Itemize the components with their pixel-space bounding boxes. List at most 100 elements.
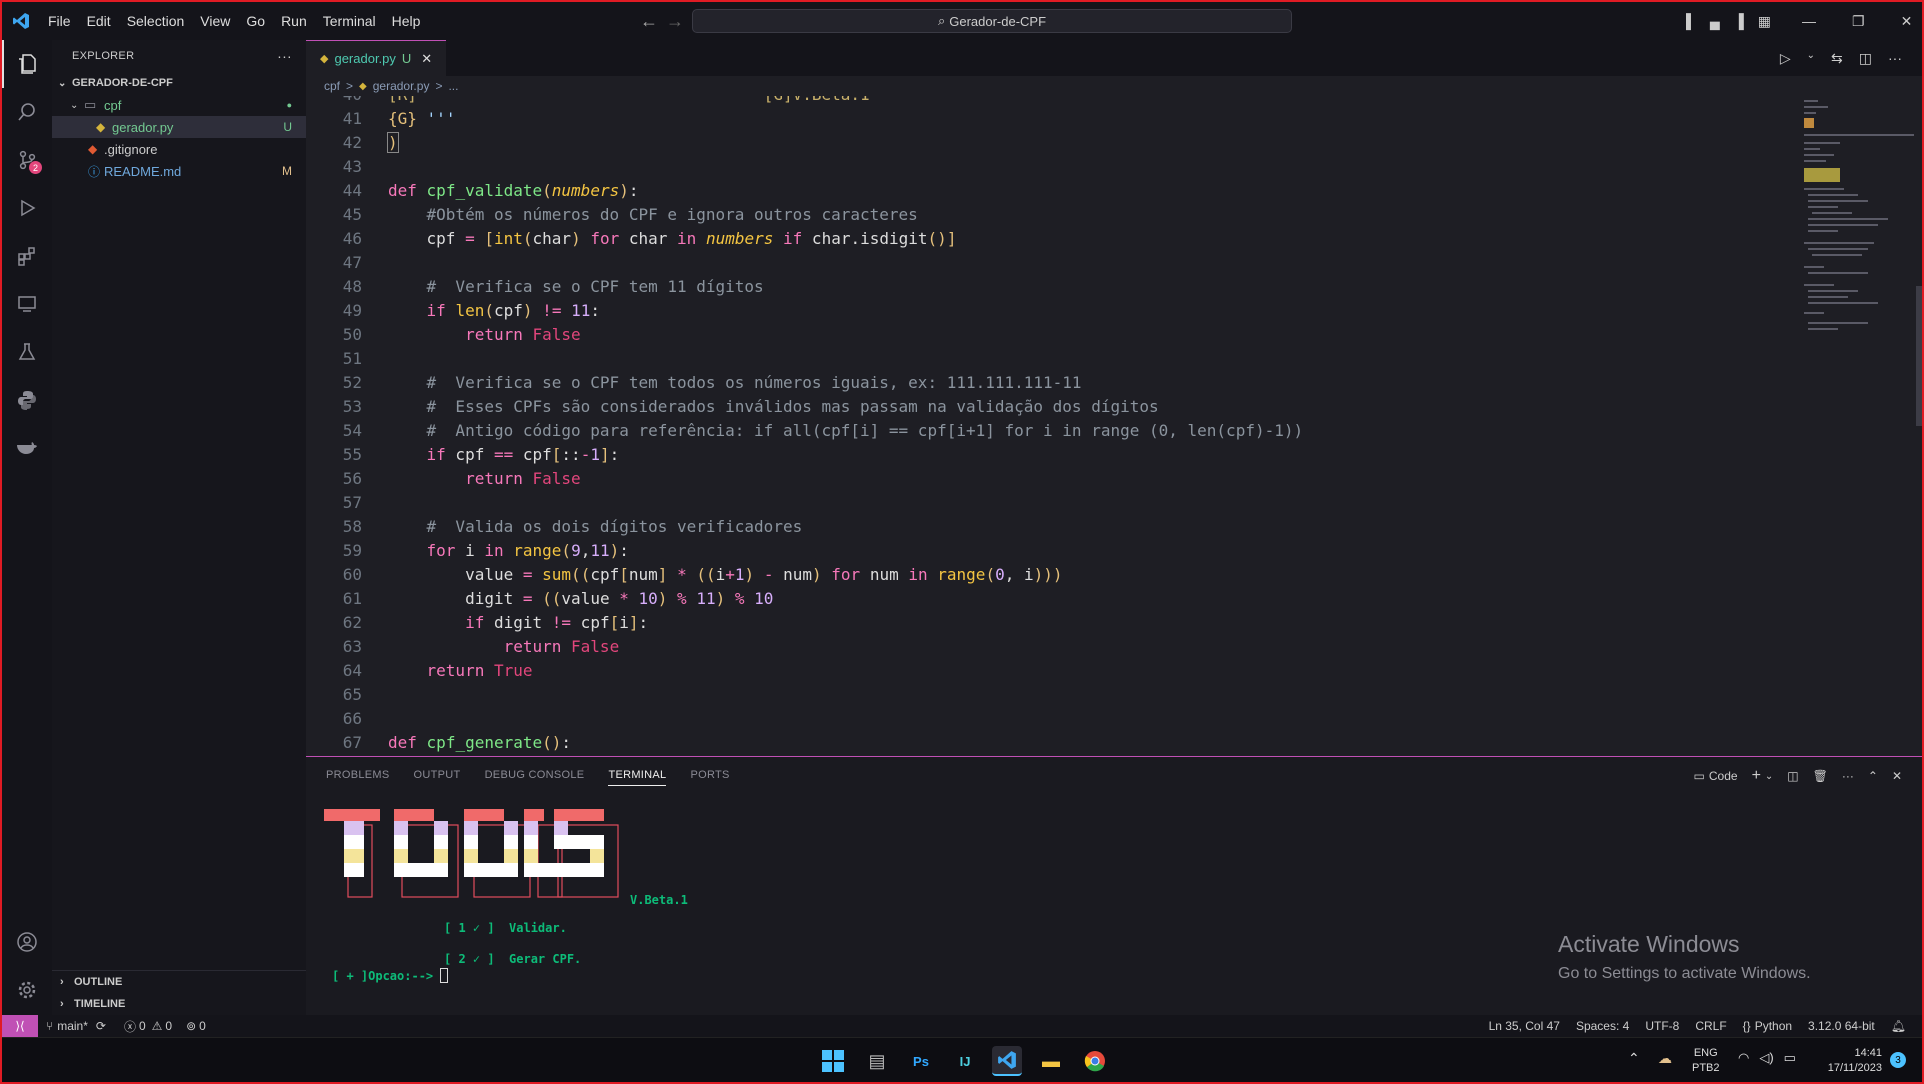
breadcrumb-folder[interactable]: cpf xyxy=(324,79,340,93)
testing-flask-icon[interactable] xyxy=(2,328,52,376)
explorer-icon[interactable] xyxy=(2,40,52,88)
run-file-icon[interactable]: ▷ xyxy=(1780,50,1791,67)
code-line[interactable]: 47 xyxy=(306,250,1802,274)
vscode-taskbar-icon[interactable] xyxy=(992,1046,1022,1076)
code-line[interactable]: 48 # Verifica se o CPF tem 11 dígitos xyxy=(306,274,1802,298)
remote-indicator-icon[interactable]: ⟩⟨ xyxy=(2,1015,38,1037)
code-line[interactable]: 58 # Valida os dois dígitos verificadore… xyxy=(306,514,1802,538)
forward-arrow-icon[interactable]: → xyxy=(666,11,684,32)
code-line[interactable]: 61 digit = ((value * 10) % 11) % 10 xyxy=(306,586,1802,610)
warning-count[interactable]: 0 xyxy=(165,1019,172,1033)
toggle-panel-icon[interactable]: ▄ xyxy=(1710,13,1720,29)
tray-warning-icon[interactable]: ☁ xyxy=(1658,1050,1672,1067)
ports-count[interactable]: 0 xyxy=(199,1019,206,1033)
chevron-down-icon[interactable]: ⌄ xyxy=(1807,50,1815,67)
close-window-icon[interactable]: ✕ xyxy=(1901,13,1913,30)
sync-icon[interactable]: ⟳ xyxy=(96,1019,106,1033)
tab-terminal[interactable]: TERMINAL xyxy=(608,769,667,786)
menu-help[interactable]: Help xyxy=(384,13,429,29)
code-line[interactable]: 53 # Esses CPFs são considerados inválid… xyxy=(306,394,1802,418)
file-gitignore[interactable]: ◆ .gitignore xyxy=(52,138,306,160)
chevron-down-icon[interactable]: ⌄ xyxy=(1765,771,1773,782)
settings-gear-icon[interactable] xyxy=(2,966,52,1014)
search-sidebar-icon[interactable] xyxy=(2,88,52,136)
code-line[interactable]: 41 {G} ''' xyxy=(306,106,1802,130)
timeline-section[interactable]: › TIMELINE xyxy=(52,993,306,1015)
code-line[interactable]: 52 # Verifica se o CPF tem todos os núme… xyxy=(306,370,1802,394)
menu-go[interactable]: Go xyxy=(238,13,273,29)
extensions-icon[interactable] xyxy=(2,232,52,280)
kill-terminal-icon[interactable]: 🗑 xyxy=(1813,769,1828,783)
workspace-root[interactable]: ⌄ GERADOR-DE-CPF xyxy=(52,72,306,94)
minimap[interactable] xyxy=(1798,96,1922,756)
code-line[interactable]: 62 if digit != cpf[i]: xyxy=(306,610,1802,634)
menu-view[interactable]: View xyxy=(192,13,238,29)
restore-icon[interactable]: ❐ xyxy=(1852,13,1865,30)
toggle-sidebar-icon[interactable]: ▌ xyxy=(1686,13,1696,29)
run-debug-icon[interactable] xyxy=(2,184,52,232)
folder-cpf[interactable]: ⌄ ▭ cpf ● xyxy=(52,94,306,116)
tab-output[interactable]: OUTPUT xyxy=(414,769,461,786)
battery-icon[interactable]: ▭ xyxy=(1784,1050,1796,1066)
python-icon[interactable] xyxy=(2,376,52,424)
chrome-icon[interactable] xyxy=(1080,1046,1110,1076)
editor-more-icon[interactable]: ··· xyxy=(1888,50,1902,67)
encoding[interactable]: UTF-8 xyxy=(1645,1019,1679,1033)
code-line[interactable]: 44 def cpf_validate(numbers): xyxy=(306,178,1802,202)
volume-icon[interactable]: ◁) xyxy=(1759,1050,1773,1066)
minimize-icon[interactable]: — xyxy=(1802,13,1816,29)
customize-layout-icon[interactable]: ▦ xyxy=(1758,13,1771,30)
branch-name[interactable]: main* xyxy=(57,1019,88,1033)
input-language[interactable]: ENG PTB2 xyxy=(1692,1046,1720,1076)
error-count[interactable]: 0 xyxy=(139,1019,146,1033)
accounts-icon[interactable] xyxy=(2,918,52,966)
code-line[interactable]: 54 # Antigo código para referência: if a… xyxy=(306,418,1802,442)
code-line[interactable]: 60 value = sum((cpf[num] * ((i+1) - num)… xyxy=(306,562,1802,586)
notifications-bell-icon[interactable]: 🔔︎ xyxy=(1891,1019,1906,1033)
clock[interactable]: 14:41 17/11/2023 xyxy=(1812,1046,1882,1076)
terminal-shell-name[interactable]: Code xyxy=(1709,769,1738,783)
chevron-up-icon[interactable]: ⌃ xyxy=(1628,1050,1640,1067)
code-line[interactable]: 56 return False xyxy=(306,466,1802,490)
code-line[interactable]: 66 xyxy=(306,706,1802,730)
source-control-icon[interactable]: 2 xyxy=(2,136,52,184)
code-line[interactable]: 43 xyxy=(306,154,1802,178)
panel-more-icon[interactable]: ··· xyxy=(1842,769,1854,783)
indentation[interactable]: Spaces: 4 xyxy=(1576,1019,1629,1033)
wifi-icon[interactable]: ◠ xyxy=(1738,1050,1749,1066)
file-readme[interactable]: ⓘ README.md M xyxy=(52,160,306,182)
outline-section[interactable]: › OUTLINE xyxy=(52,971,306,993)
docker-icon[interactable] xyxy=(2,424,52,472)
code-line[interactable]: 40[R] [G]V.Beta.1 xyxy=(306,96,1802,106)
notification-badge[interactable]: 3 xyxy=(1890,1052,1906,1068)
cursor-position[interactable]: Ln 35, Col 47 xyxy=(1489,1019,1560,1033)
code-line[interactable]: 67 def cpf_generate(): xyxy=(306,730,1802,754)
code-line[interactable]: 55 if cpf == cpf[::-1]: xyxy=(306,442,1802,466)
command-center-search[interactable]: ⌕ Gerador-de-CPF xyxy=(692,9,1292,33)
line-endings[interactable]: CRLF xyxy=(1695,1019,1726,1033)
menu-selection[interactable]: Selection xyxy=(119,13,193,29)
code-line[interactable]: 64 return True xyxy=(306,658,1802,682)
code-line[interactable]: 57 xyxy=(306,490,1802,514)
tab-ports[interactable]: PORTS xyxy=(690,769,729,786)
menu-edit[interactable]: Edit xyxy=(79,13,119,29)
code-line[interactable]: 59 for i in range(9,11): xyxy=(306,538,1802,562)
menu-run[interactable]: Run xyxy=(273,13,315,29)
code-line[interactable]: 50 return False xyxy=(306,322,1802,346)
windows-start-icon[interactable] xyxy=(818,1046,848,1076)
code-line[interactable]: 51 xyxy=(306,346,1802,370)
code-line[interactable]: 45 #Obtém os números do CPF e ignora out… xyxy=(306,202,1802,226)
code-line[interactable]: 46 cpf = [int(char) for char in numbers … xyxy=(306,226,1802,250)
more-actions-icon[interactable]: ··· xyxy=(277,48,292,64)
split-terminal-icon[interactable]: ◫ xyxy=(1787,769,1798,783)
photoshop-icon[interactable]: Ps xyxy=(906,1046,936,1076)
new-terminal-icon[interactable]: + xyxy=(1752,767,1761,785)
toggle-secondary-sidebar-icon[interactable]: ▐ xyxy=(1734,13,1744,29)
maximize-panel-icon[interactable]: ⌃ xyxy=(1868,769,1878,783)
task-view-icon[interactable]: ▤ xyxy=(862,1046,892,1076)
terminal-cursor[interactable] xyxy=(440,968,449,983)
compare-changes-icon[interactable]: ⇆ xyxy=(1831,50,1843,67)
close-panel-icon[interactable]: ✕ xyxy=(1892,769,1902,783)
code-line[interactable]: 42) xyxy=(306,130,1802,154)
language-mode[interactable]: Python xyxy=(1755,1019,1792,1033)
